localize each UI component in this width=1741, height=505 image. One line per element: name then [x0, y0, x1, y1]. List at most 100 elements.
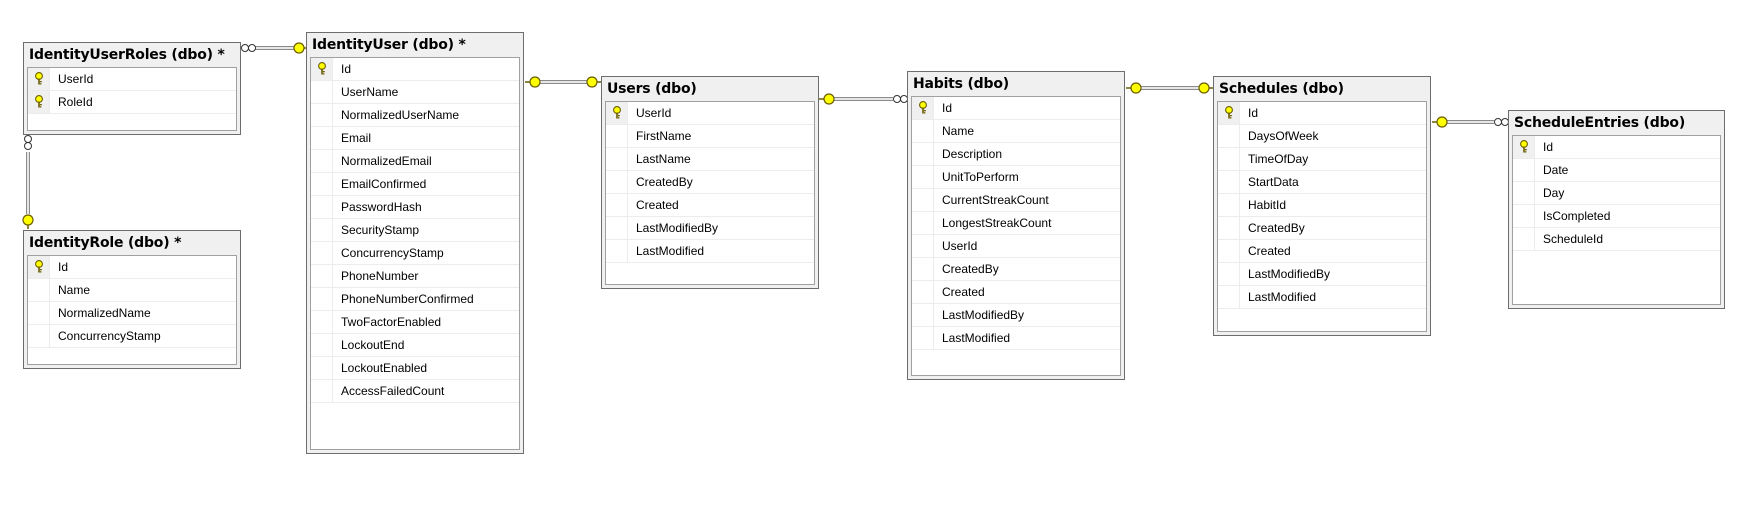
column-name: Day: [1543, 186, 1565, 200]
row-selector: [311, 334, 333, 356]
column-row[interactable]: Created: [912, 281, 1120, 304]
table-title[interactable]: IdentityRole (dbo) *: [24, 231, 240, 255]
column-row[interactable]: ConcurrencyStamp: [311, 242, 519, 265]
column-row[interactable]: CurrentStreakCount: [912, 189, 1120, 212]
column-row[interactable]: PhoneNumberConfirmed: [311, 288, 519, 311]
key-end-icon: [586, 76, 601, 88]
row-selector: [606, 194, 628, 216]
row-selector: [1218, 263, 1240, 285]
column-row[interactable]: Id: [1513, 136, 1720, 159]
row-selector: [912, 189, 934, 211]
column-row[interactable]: Id: [28, 256, 236, 279]
column-row[interactable]: Date: [1513, 159, 1720, 182]
key-start-icon: [1432, 116, 1448, 128]
column-row[interactable]: PasswordHash: [311, 196, 519, 219]
column-row[interactable]: LastModified: [606, 240, 814, 263]
table-identityrole[interactable]: IdentityRole (dbo) * Id Name NormalizedName…: [23, 230, 241, 369]
row-selector: [606, 171, 628, 193]
column-row[interactable]: TimeOfDay: [1218, 148, 1426, 171]
column-row[interactable]: Created: [1218, 240, 1426, 263]
column-row[interactable]: LastModifiedBy: [1218, 263, 1426, 286]
column-row[interactable]: Day: [1513, 182, 1720, 205]
column-row[interactable]: RoleId: [28, 91, 236, 114]
column-row[interactable]: NormalizedUserName: [311, 104, 519, 127]
row-selector: [311, 127, 333, 149]
column-row[interactable]: CreatedBy: [1218, 217, 1426, 240]
key-end-icon: [22, 214, 34, 229]
table-identityuser[interactable]: IdentityUser (dbo) * Id UserName Normalized…: [306, 32, 524, 454]
column-list: Id UserName NormalizedUserName Email Normali…: [310, 57, 520, 450]
column-name: LastModified: [1248, 290, 1317, 304]
column-row[interactable]: Created: [606, 194, 814, 217]
column-row[interactable]: CreatedBy: [606, 171, 814, 194]
column-row[interactable]: EmailConfirmed: [311, 173, 519, 196]
column-row[interactable]: SecurityStamp: [311, 219, 519, 242]
column-row[interactable]: LastName: [606, 148, 814, 171]
column-row[interactable]: UserId: [28, 68, 236, 91]
column-row[interactable]: UnitToPerform: [912, 166, 1120, 189]
table-identityuserroles[interactable]: IdentityUserRoles (dbo) * UserId RoleId: [23, 42, 241, 135]
row-selector: [1218, 286, 1240, 308]
table-title[interactable]: Users (dbo): [602, 77, 818, 101]
column-list: Id DaysOfWeek TimeOfDay StartData HabitId Cre…: [1217, 101, 1427, 332]
rel-identityuserroles-identityuser[interactable]: [241, 42, 308, 54]
row-selector: [912, 258, 934, 280]
column-row[interactable]: HabitId: [1218, 194, 1426, 217]
rel-identityuser-users[interactable]: [525, 76, 601, 88]
row-selector: [311, 173, 333, 195]
column-row[interactable]: CreatedBy: [912, 258, 1120, 281]
table-title[interactable]: Schedules (dbo): [1214, 77, 1430, 101]
column-row[interactable]: LastModified: [1218, 286, 1426, 309]
row-selector: [311, 311, 333, 333]
table-title[interactable]: Habits (dbo): [908, 72, 1124, 96]
column-row[interactable]: TwoFactorEnabled: [311, 311, 519, 334]
column-row[interactable]: UserId: [606, 102, 814, 125]
column-row[interactable]: NormalizedEmail: [311, 150, 519, 173]
column-name: LastModifiedBy: [636, 221, 719, 235]
column-row[interactable]: Name: [28, 279, 236, 302]
column-row[interactable]: DaysOfWeek: [1218, 125, 1426, 148]
column-row[interactable]: LastModifiedBy: [912, 304, 1120, 327]
rel-users-habits[interactable]: [819, 93, 908, 105]
column-row[interactable]: LongestStreakCount: [912, 212, 1120, 235]
column-row[interactable]: Email: [311, 127, 519, 150]
column-row[interactable]: LastModifiedBy: [606, 217, 814, 240]
column-row[interactable]: FirstName: [606, 125, 814, 148]
column-row[interactable]: UserId: [912, 235, 1120, 258]
column-row[interactable]: Id: [1218, 102, 1426, 125]
column-row[interactable]: Name: [912, 120, 1120, 143]
column-name: Created: [636, 198, 679, 212]
rel-habits-schedules[interactable]: [1126, 82, 1213, 94]
table-schedules[interactable]: Schedules (dbo) Id DaysOfWeek TimeOfDay Star…: [1213, 76, 1431, 336]
column-row[interactable]: ConcurrencyStamp: [28, 325, 236, 348]
column-row[interactable]: StartData: [1218, 171, 1426, 194]
column-row[interactable]: Description: [912, 143, 1120, 166]
table-title[interactable]: IdentityUserRoles (dbo) *: [24, 43, 240, 67]
column-row[interactable]: NormalizedName: [28, 302, 236, 325]
column-row[interactable]: PhoneNumber: [311, 265, 519, 288]
column-name: Id: [942, 101, 953, 115]
rel-schedules-scheduleentries[interactable]: [1432, 116, 1509, 128]
column-row[interactable]: Id: [311, 58, 519, 81]
rel-identityuserroles-identityrole[interactable]: [22, 135, 34, 230]
column-list: UserId RoleId: [27, 67, 237, 131]
table-scheduleentries[interactable]: ScheduleEntries (dbo) Id Date Day IsComplete…: [1508, 110, 1725, 309]
row-selector: [1513, 228, 1535, 250]
table-title[interactable]: IdentityUser (dbo) *: [307, 33, 523, 57]
table-habits[interactable]: Habits (dbo) Id Name Description UnitToPerfo…: [907, 71, 1125, 380]
column-row[interactable]: ScheduleId: [1513, 228, 1720, 251]
column-row[interactable]: LockoutEnabled: [311, 357, 519, 380]
column-row[interactable]: LastModified: [912, 327, 1120, 350]
column-row[interactable]: AccessFailedCount: [311, 380, 519, 403]
row-selector: [1218, 240, 1240, 262]
column-row[interactable]: IsCompleted: [1513, 205, 1720, 228]
column-row[interactable]: LockoutEnd: [311, 334, 519, 357]
many-end-icon: [241, 44, 256, 52]
table-users[interactable]: Users (dbo) UserId FirstName LastName Create…: [601, 76, 819, 289]
column-name: PhoneNumberConfirmed: [341, 292, 474, 306]
column-name: LockoutEnd: [341, 338, 405, 352]
column-row[interactable]: Id: [912, 97, 1120, 120]
row-selector: [311, 150, 333, 172]
table-title[interactable]: ScheduleEntries (dbo): [1509, 111, 1724, 135]
column-row[interactable]: UserName: [311, 81, 519, 104]
